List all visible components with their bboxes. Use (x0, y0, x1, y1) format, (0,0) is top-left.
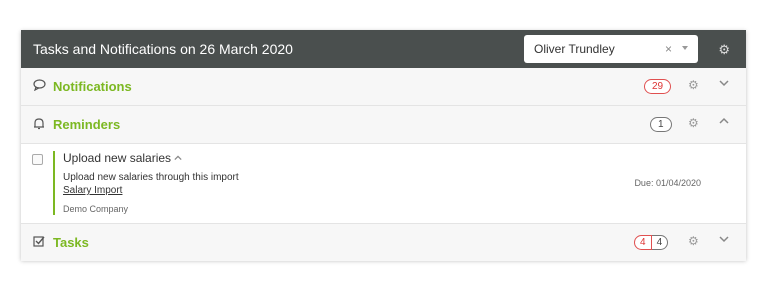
reminder-title[interactable]: Upload new salaries (63, 151, 183, 165)
gear-icon[interactable]: ⚙ (688, 234, 699, 248)
reminder-accent-bar (53, 151, 55, 215)
chevron-down-icon[interactable] (719, 77, 729, 91)
caret-down-icon[interactable] (682, 46, 688, 50)
gear-icon[interactable]: ⚙ (688, 116, 699, 130)
user-select-value: Oliver Trundley (534, 42, 615, 56)
clear-icon[interactable]: × (665, 42, 672, 56)
section-notifications[interactable]: Notifications 29 ⚙ (21, 68, 746, 106)
section-title-notifications: Notifications (53, 79, 132, 94)
reminder-description: Upload new salaries through this import (63, 172, 239, 183)
user-select[interactable]: Oliver Trundley × (524, 35, 698, 63)
salary-import-link[interactable]: Salary Import (63, 185, 122, 196)
bell-icon (32, 117, 46, 133)
reminder-item: Upload new salaries Upload new salaries … (21, 144, 746, 224)
tasks-total-count: 4 (651, 235, 669, 250)
section-reminders[interactable]: Reminders 1 ⚙ (21, 106, 746, 144)
company-label: Demo Company (63, 204, 129, 214)
chevron-up-icon[interactable] (719, 115, 729, 129)
tasks-count-badge: 4 4 (634, 235, 669, 250)
page-title: Tasks and Notifications on 26 March 2020 (33, 41, 293, 57)
reminders-count-badge: 1 (650, 117, 672, 132)
section-title-tasks: Tasks (53, 235, 89, 250)
section-tasks[interactable]: Tasks 4 4 ⚙ (21, 224, 746, 261)
checked-box-icon (32, 235, 46, 250)
due-date: Due: 01/04/2020 (634, 178, 701, 188)
tasks-panel: Tasks and Notifications on 26 March 2020… (21, 30, 746, 261)
speech-bubble-icon (32, 79, 46, 94)
chevron-down-icon[interactable] (719, 233, 729, 247)
notifications-count-badge: 29 (644, 79, 672, 94)
gear-icon[interactable]: ⚙ (718, 42, 730, 58)
gear-icon[interactable]: ⚙ (688, 78, 699, 92)
panel-header: Tasks and Notifications on 26 March 2020… (21, 30, 746, 68)
reminder-checkbox[interactable] (32, 154, 43, 165)
section-title-reminders: Reminders (53, 117, 121, 132)
tasks-overdue-count: 4 (634, 235, 652, 250)
reminder-title-text: Upload new salaries (63, 151, 172, 165)
chevron-up-icon[interactable] (174, 151, 183, 165)
